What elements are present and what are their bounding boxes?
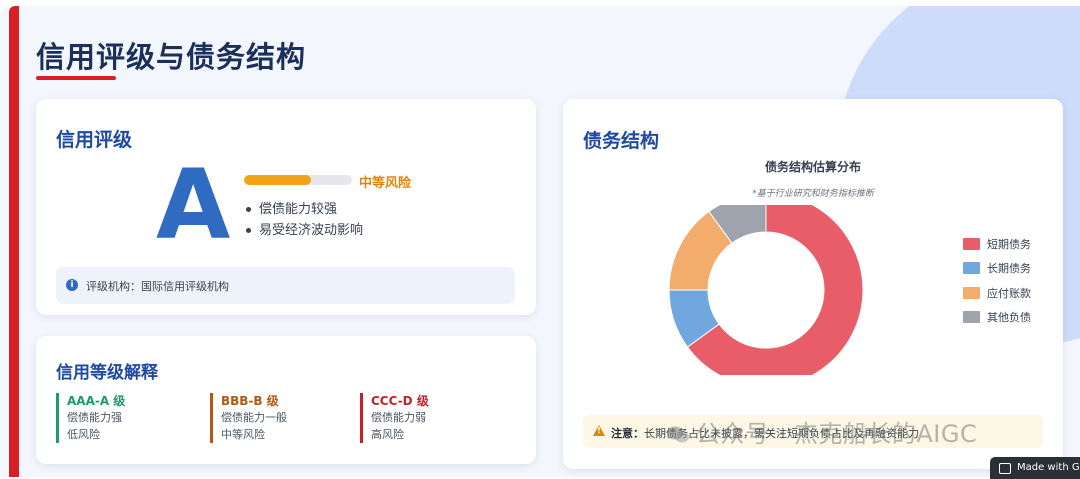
legend-label: 短期债务 <box>987 238 1031 252</box>
legend-item[interactable]: 长期债务 <box>963 256 1031 280</box>
debt-donut-chart <box>668 205 864 375</box>
legend-swatch <box>963 262 980 275</box>
chart-legend: 短期债务长期债务应付账款其他负债 <box>963 232 1031 329</box>
legend-item[interactable]: 应付账款 <box>963 281 1031 305</box>
legend-label: 应付账款 <box>987 286 1031 300</box>
watermark-text: 公众号 · 杰克船长的AIGC <box>696 420 978 448</box>
risk-level-bar <box>244 175 352 185</box>
rating-levels-title: 信用等级解释 <box>56 363 158 383</box>
risk-label: 中等风险 <box>359 176 412 191</box>
legend-label: 其他负债 <box>987 311 1031 325</box>
level-name: BBB-B 级 <box>221 394 279 408</box>
chart-title: 债务结构估算分布 <box>764 160 861 174</box>
level-capacity: 偿债能力一般 <box>221 411 287 424</box>
level-capacity: 偿债能力弱 <box>371 411 426 424</box>
rating-level-aaa: AAA-A 级 偿债能力强 低风险 <box>56 393 125 443</box>
title-underline <box>36 76 116 80</box>
badge-icon <box>999 463 1011 474</box>
rating-agency-text: 评级机构：国际信用评级机构 <box>86 280 229 293</box>
rating-point: 偿债能力较强 <box>246 199 363 220</box>
watermark: 公众号 · 杰克船长的AIGC <box>666 414 977 449</box>
rating-agency-box: i 评级机构：国际信用评级机构 <box>56 267 515 304</box>
level-name: CCC-D 级 <box>371 394 429 408</box>
legend-label: 长期债务 <box>987 262 1031 276</box>
level-risk: 低风险 <box>67 428 100 441</box>
accent-bar <box>9 6 19 477</box>
legend-item[interactable]: 短期债务 <box>963 232 1031 256</box>
bullet-dot-icon <box>246 228 251 233</box>
bullet-dot-icon <box>246 207 251 212</box>
credit-rating-card: 信用评级 A 中等风险 偿债能力较强 易受经济波动影响 i 评级机构：国际信用评… <box>36 99 536 315</box>
page-frame: 信用评级与债务结构 信用评级 A 中等风险 偿债能力较强 易受经济波动影响 i … <box>0 6 1080 477</box>
page-title: 信用评级与债务结构 <box>36 40 307 74</box>
rating-point-text: 偿债能力较强 <box>259 202 338 217</box>
level-name: AAA-A 级 <box>67 394 126 408</box>
legend-swatch <box>963 238 980 251</box>
made-with-badge[interactable]: Made with Ge <box>990 457 1080 479</box>
risk-level-fill <box>244 175 311 185</box>
debt-structure-title: 债务结构 <box>583 130 660 152</box>
legend-swatch <box>963 286 980 299</box>
info-icon: i <box>66 279 78 291</box>
level-capacity: 偿债能力强 <box>67 411 122 424</box>
wechat-icon <box>667 426 689 443</box>
credit-rating-title: 信用评级 <box>56 129 133 151</box>
chart-subtitle: *基于行业研究和财务指标推断 <box>752 189 874 199</box>
rating-level-bbb: BBB-B 级 偿债能力一般 中等风险 <box>210 393 287 443</box>
legend-item[interactable]: 其他负债 <box>963 305 1031 329</box>
warning-mark: ! <box>597 426 601 435</box>
rating-points: 偿债能力较强 易受经济波动影响 <box>246 199 363 241</box>
rating-point: 易受经济波动影响 <box>246 220 363 241</box>
level-risk: 中等风险 <box>221 428 265 441</box>
badge-text: Made with Ge <box>1017 462 1080 473</box>
level-risk: 高风险 <box>371 428 404 441</box>
rating-level-ccc: CCC-D 级 偿债能力弱 高风险 <box>360 393 429 443</box>
rating-levels-card: 信用等级解释 AAA-A 级 偿债能力强 低风险 BBB-B 级 偿债能力一般 … <box>36 336 536 464</box>
legend-swatch <box>963 311 980 324</box>
rating-grade: A <box>156 149 231 261</box>
rating-point-text: 易受经济波动影响 <box>259 223 364 238</box>
warning-label: 注意： <box>611 427 644 440</box>
